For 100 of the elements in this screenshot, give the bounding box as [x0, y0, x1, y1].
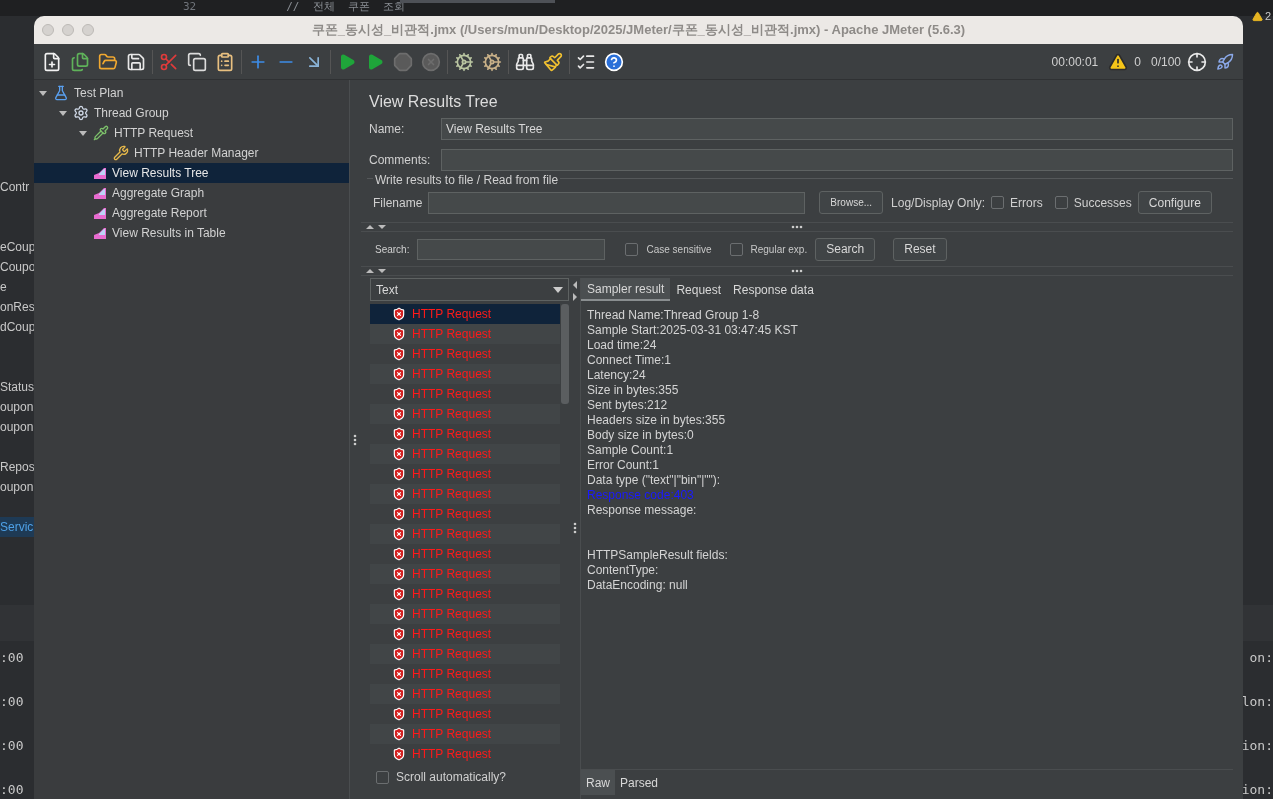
collapse-arrows-icon[interactable]: [365, 268, 387, 274]
result-label: HTTP Request: [412, 746, 492, 763]
error-shield-icon: [392, 447, 406, 461]
split-handle-icon[interactable]: [572, 522, 577, 534]
result-line: ContentType:: [587, 563, 660, 578]
result-line: DataEncoding: null: [587, 578, 689, 593]
result-line: Size in bytes:355: [587, 383, 680, 398]
result-label: HTTP Request: [412, 666, 492, 683]
split-handle-icon[interactable]: [791, 225, 803, 229]
code-fragment: Status: [0, 379, 34, 396]
error-shield-icon: [392, 547, 406, 561]
configure-button[interactable]: Configure: [1137, 191, 1212, 214]
result-label: HTTP Request: [412, 606, 492, 623]
error-shield-icon: [392, 627, 406, 641]
result-line: Sample Count:1: [587, 443, 675, 458]
name-field[interactable]: View Results Tree: [441, 118, 1233, 140]
renderer-dropdown[interactable]: Text: [370, 278, 569, 301]
tree-item[interactable]: View Results Tree: [34, 163, 349, 183]
result-label: HTTP Request: [412, 486, 492, 503]
scroll-checkbox[interactable]: [376, 770, 389, 784]
search-field[interactable]: [417, 238, 606, 260]
result-item[interactable]: HTTP Request: [370, 324, 560, 344]
tree-item[interactable]: Aggregate Report: [34, 203, 349, 223]
result-item[interactable]: HTTP Request: [370, 604, 560, 624]
code-fragment: Servic: [0, 517, 34, 537]
result-item[interactable]: HTTP Request: [370, 404, 560, 424]
result-item[interactable]: HTTP Request: [370, 724, 560, 744]
error-shield-icon: [392, 747, 406, 761]
tab[interactable]: Request: [670, 278, 728, 301]
caret-icon: [553, 286, 563, 293]
tree-label: HTTP Request: [114, 125, 194, 142]
comments-label: Comments:: [369, 152, 432, 169]
tree-item[interactable]: Thread Group: [34, 103, 349, 123]
error-shield-icon: [392, 367, 406, 381]
successes-checkbox[interactable]: [1054, 196, 1068, 209]
reset-button[interactable]: Reset: [893, 237, 947, 261]
tab[interactable]: Raw: [581, 770, 615, 795]
result-label: HTTP Request: [412, 366, 492, 383]
tree-item[interactable]: HTTP Request: [34, 123, 349, 143]
result-label: HTTP Request: [412, 706, 492, 723]
result-line: Data type ("text"|"bin"|""):: [587, 473, 722, 488]
error-shield-icon: [392, 707, 406, 721]
log-fragment: :00: [0, 781, 25, 799]
log-display-label: Log/Display Only:: [891, 194, 986, 212]
flask-icon: [53, 85, 69, 101]
filename-field[interactable]: [428, 191, 806, 214]
collapse-arrows-icon[interactable]: [365, 224, 387, 230]
result-item[interactable]: HTTP Request: [370, 524, 560, 544]
tree-label: Test Plan: [74, 85, 124, 102]
result-item[interactable]: HTTP Request: [370, 444, 560, 464]
warning-icon[interactable]: [1108, 51, 1129, 72]
chart-icon: [93, 226, 107, 240]
result-item[interactable]: HTTP Request: [370, 564, 560, 584]
split-handle-icon[interactable]: [353, 433, 357, 446]
error-shield-icon: [392, 527, 406, 541]
log-fragment: ion:: [1243, 781, 1273, 799]
split-handle-icon[interactable]: [791, 269, 803, 273]
case-sensitive-checkbox[interactable]: [625, 242, 639, 256]
tab[interactable]: Sampler result: [581, 278, 671, 301]
wrench-icon: [113, 145, 129, 161]
code-fragment: eCoup: [0, 239, 34, 256]
scrollbar[interactable]: [400, 0, 555, 3]
result-item[interactable]: HTTP Request: [370, 304, 560, 324]
result-item[interactable]: HTTP Request: [370, 484, 560, 504]
browse-button[interactable]: Browse...: [819, 191, 884, 214]
search-label: Search:: [375, 242, 410, 257]
result-line: Load time:24: [587, 338, 658, 353]
result-label: HTTP Request: [412, 686, 492, 703]
result-line: Response message:: [587, 503, 698, 518]
result-label: HTTP Request: [412, 326, 492, 343]
line-number: 32: [183, 0, 197, 14]
tree-item[interactable]: View Results in Table: [34, 223, 349, 243]
tree-item[interactable]: HTTP Header Manager: [34, 143, 349, 163]
tab[interactable]: Parsed: [615, 770, 664, 795]
error-shield-icon: [392, 427, 406, 441]
result-item[interactable]: HTTP Request: [370, 644, 560, 664]
errors-checkbox[interactable]: [991, 196, 1005, 209]
regex-checkbox[interactable]: [729, 242, 743, 256]
result-label: HTTP Request: [412, 526, 492, 543]
tree-item[interactable]: Aggregate Graph: [34, 183, 349, 203]
code-fragment: oupon: [0, 419, 34, 436]
result-item[interactable]: HTTP Request: [370, 684, 560, 704]
scrollbar[interactable]: [561, 304, 569, 404]
tree-item[interactable]: Test Plan: [34, 83, 349, 103]
error-shield-icon: [392, 467, 406, 481]
tab[interactable]: Response data: [727, 278, 820, 301]
error-shield-icon: [392, 567, 406, 581]
name-label: Name:: [369, 121, 406, 138]
log-fragment: on:: [1249, 649, 1273, 667]
result-item[interactable]: HTTP Request: [370, 364, 560, 384]
error-shield-icon: [392, 487, 406, 501]
error-shield-icon: [392, 687, 406, 701]
result-label: HTTP Request: [412, 726, 492, 743]
code-fragment: Coupo: [0, 259, 34, 276]
result-label: HTTP Request: [412, 566, 492, 583]
search-button[interactable]: Search: [815, 237, 876, 261]
code-line: // 전체 쿠폰 조회: [286, 0, 406, 14]
comments-field[interactable]: [441, 149, 1233, 171]
error-shield-icon: [392, 387, 406, 401]
collapse-arrows-icon[interactable]: [571, 280, 578, 302]
